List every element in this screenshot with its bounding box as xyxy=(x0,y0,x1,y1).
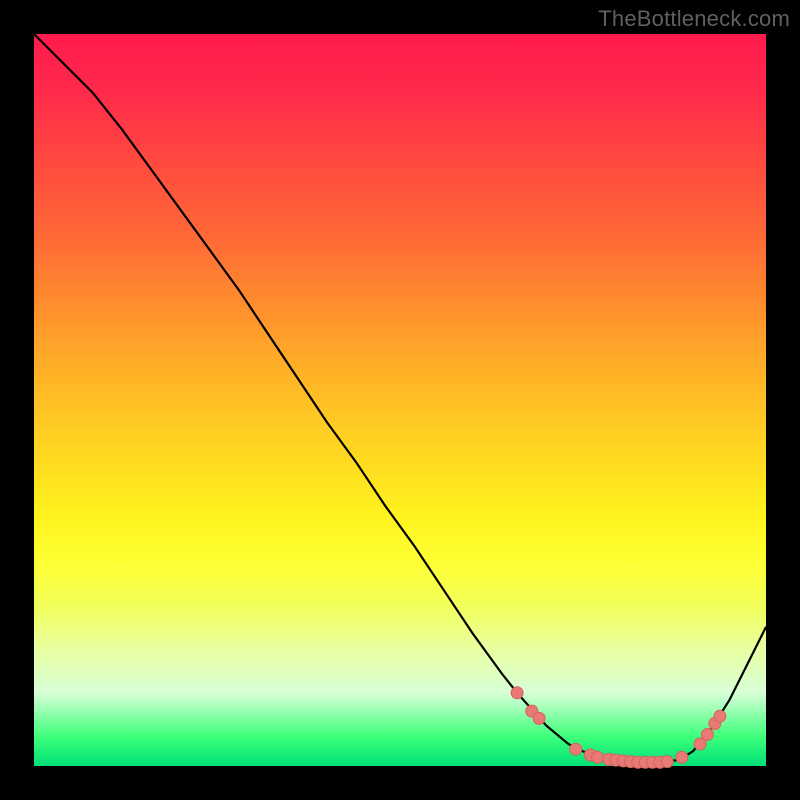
chart-svg xyxy=(34,34,766,766)
bottleneck-curve xyxy=(34,34,766,762)
curve-marker xyxy=(511,687,523,699)
curve-marker xyxy=(661,756,673,768)
curve-marker xyxy=(533,712,545,724)
watermark-text: TheBottleneck.com xyxy=(598,6,790,32)
curve-marker xyxy=(570,743,582,755)
curve-marker xyxy=(701,729,713,741)
curve-marker xyxy=(676,751,688,763)
marker-group xyxy=(511,687,726,769)
curve-marker xyxy=(592,751,604,763)
curve-marker xyxy=(714,710,726,722)
